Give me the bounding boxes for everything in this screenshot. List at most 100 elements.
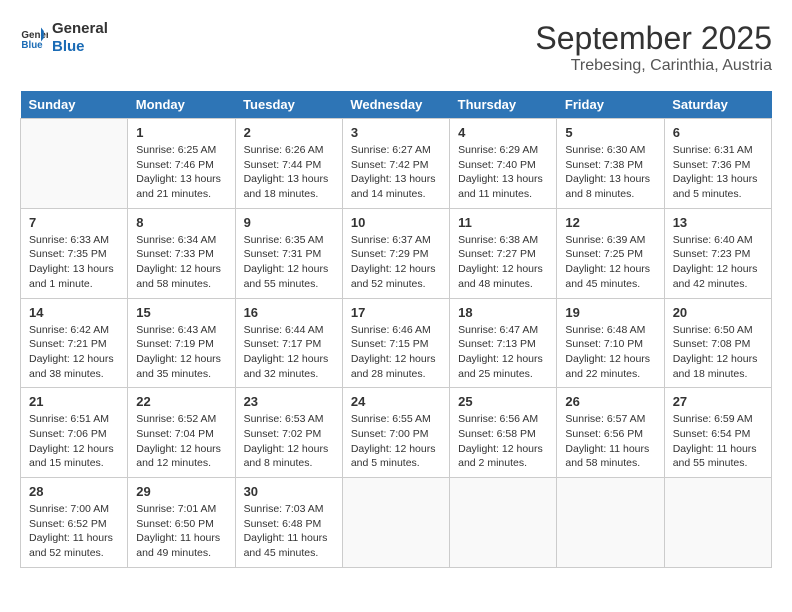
day-info: Sunrise: 6:42 AMSunset: 7:21 PMDaylight:… bbox=[29, 323, 119, 382]
calendar-week-row: 21Sunrise: 6:51 AMSunset: 7:06 PMDayligh… bbox=[21, 388, 772, 478]
day-number: 22 bbox=[136, 394, 226, 409]
day-of-week-header: Thursday bbox=[450, 91, 557, 119]
calendar-day-cell: 7 Sunrise: 6:33 AMSunset: 7:35 PMDaylight… bbox=[21, 208, 128, 298]
day-info: Sunrise: 6:30 AMSunset: 7:38 PMDaylight:… bbox=[565, 143, 655, 202]
calendar-day-cell: 27 Sunrise: 6:59 AMSunset: 6:54 PMDayligh… bbox=[664, 388, 771, 478]
calendar-day-cell: 8 Sunrise: 6:34 AMSunset: 7:33 PMDaylight… bbox=[128, 208, 235, 298]
day-number: 11 bbox=[458, 215, 548, 230]
day-info: Sunrise: 6:25 AMSunset: 7:46 PMDaylight:… bbox=[136, 143, 226, 202]
month-title: September 2025 bbox=[535, 20, 772, 57]
day-info: Sunrise: 6:26 AMSunset: 7:44 PMDaylight:… bbox=[244, 143, 334, 202]
day-of-week-header: Sunday bbox=[21, 91, 128, 119]
calendar-day-cell: 3 Sunrise: 6:27 AMSunset: 7:42 PMDaylight… bbox=[342, 119, 449, 209]
day-info: Sunrise: 6:46 AMSunset: 7:15 PMDaylight:… bbox=[351, 323, 441, 382]
day-number: 19 bbox=[565, 305, 655, 320]
day-info: Sunrise: 6:34 AMSunset: 7:33 PMDaylight:… bbox=[136, 233, 226, 292]
calendar-day-cell bbox=[342, 478, 449, 568]
day-number: 7 bbox=[29, 215, 119, 230]
day-number: 15 bbox=[136, 305, 226, 320]
calendar-day-cell: 28 Sunrise: 7:00 AMSunset: 6:52 PMDayligh… bbox=[21, 478, 128, 568]
calendar-day-cell: 5Sunrise: 6:30 AMSunset: 7:38 PMDaylight… bbox=[557, 119, 664, 209]
calendar-header-row: SundayMondayTuesdayWednesdayThursdayFrid… bbox=[21, 91, 772, 119]
day-of-week-header: Saturday bbox=[664, 91, 771, 119]
calendar-day-cell: 24Sunrise: 6:55 AMSunset: 7:00 PMDayligh… bbox=[342, 388, 449, 478]
calendar-day-cell: 26Sunrise: 6:57 AMSunset: 6:56 PMDayligh… bbox=[557, 388, 664, 478]
day-of-week-header: Monday bbox=[128, 91, 235, 119]
day-of-week-header: Tuesday bbox=[235, 91, 342, 119]
day-info: Sunrise: 6:37 AMSunset: 7:29 PMDaylight:… bbox=[351, 233, 441, 292]
calendar-day-cell: 30Sunrise: 7:03 AMSunset: 6:48 PMDayligh… bbox=[235, 478, 342, 568]
day-number: 4 bbox=[458, 125, 548, 140]
calendar-week-row: 7 Sunrise: 6:33 AMSunset: 7:35 PMDaylight… bbox=[21, 208, 772, 298]
day-info: Sunrise: 6:29 AMSunset: 7:40 PMDaylight:… bbox=[458, 143, 548, 202]
day-number: 9 bbox=[244, 215, 334, 230]
calendar-day-cell: 23Sunrise: 6:53 AMSunset: 7:02 PMDayligh… bbox=[235, 388, 342, 478]
title-block: September 2025 Trebesing, Carinthia, Aus… bbox=[535, 20, 772, 75]
day-info: Sunrise: 6:33 AMSunset: 7:35 PMDaylight:… bbox=[29, 233, 119, 292]
calendar-day-cell: 15 Sunrise: 6:43 AMSunset: 7:19 PMDayligh… bbox=[128, 298, 235, 388]
day-info: Sunrise: 6:56 AMSunset: 6:58 PMDaylight:… bbox=[458, 412, 548, 471]
day-info: Sunrise: 6:38 AMSunset: 7:27 PMDaylight:… bbox=[458, 233, 548, 292]
day-number: 17 bbox=[351, 305, 441, 320]
day-info: Sunrise: 6:35 AMSunset: 7:31 PMDaylight:… bbox=[244, 233, 334, 292]
day-number: 24 bbox=[351, 394, 441, 409]
logo-icon: General Blue bbox=[20, 24, 48, 52]
day-number: 12 bbox=[565, 215, 655, 230]
calendar-day-cell: 19 Sunrise: 6:48 AMSunset: 7:10 PMDayligh… bbox=[557, 298, 664, 388]
day-number: 14 bbox=[29, 305, 119, 320]
calendar-week-row: 1 Sunrise: 6:25 AMSunset: 7:46 PMDaylight… bbox=[21, 119, 772, 209]
day-info: Sunrise: 7:00 AMSunset: 6:52 PMDaylight:… bbox=[29, 502, 119, 561]
day-number: 20 bbox=[673, 305, 763, 320]
svg-text:Blue: Blue bbox=[21, 40, 43, 51]
day-info: Sunrise: 6:27 AMSunset: 7:42 PMDaylight:… bbox=[351, 143, 441, 202]
calendar-day-cell: 6 Sunrise: 6:31 AMSunset: 7:36 PMDaylight… bbox=[664, 119, 771, 209]
day-info: Sunrise: 6:31 AMSunset: 7:36 PMDaylight:… bbox=[673, 143, 763, 202]
day-number: 23 bbox=[244, 394, 334, 409]
day-number: 8 bbox=[136, 215, 226, 230]
calendar-day-cell: 29 Sunrise: 7:01 AMSunset: 6:50 PMDayligh… bbox=[128, 478, 235, 568]
day-info: Sunrise: 6:48 AMSunset: 7:10 PMDaylight:… bbox=[565, 323, 655, 382]
day-number: 30 bbox=[244, 484, 334, 499]
calendar-day-cell: 22Sunrise: 6:52 AMSunset: 7:04 PMDayligh… bbox=[128, 388, 235, 478]
day-number: 3 bbox=[351, 125, 441, 140]
day-number: 18 bbox=[458, 305, 548, 320]
calendar-day-cell: 20 Sunrise: 6:50 AMSunset: 7:08 PMDayligh… bbox=[664, 298, 771, 388]
calendar-day-cell: 2 Sunrise: 6:26 AMSunset: 7:44 PMDaylight… bbox=[235, 119, 342, 209]
day-number: 26 bbox=[565, 394, 655, 409]
day-number: 13 bbox=[673, 215, 763, 230]
day-number: 21 bbox=[29, 394, 119, 409]
day-number: 25 bbox=[458, 394, 548, 409]
calendar-day-cell: 16Sunrise: 6:44 AMSunset: 7:17 PMDayligh… bbox=[235, 298, 342, 388]
day-number: 6 bbox=[673, 125, 763, 140]
calendar-week-row: 14 Sunrise: 6:42 AMSunset: 7:21 PMDayligh… bbox=[21, 298, 772, 388]
day-of-week-header: Wednesday bbox=[342, 91, 449, 119]
day-number: 2 bbox=[244, 125, 334, 140]
calendar-day-cell: 21Sunrise: 6:51 AMSunset: 7:06 PMDayligh… bbox=[21, 388, 128, 478]
calendar-day-cell bbox=[664, 478, 771, 568]
day-number: 10 bbox=[351, 215, 441, 230]
calendar-day-cell bbox=[557, 478, 664, 568]
calendar-day-cell: 9 Sunrise: 6:35 AMSunset: 7:31 PMDaylight… bbox=[235, 208, 342, 298]
calendar-day-cell: 18 Sunrise: 6:47 AMSunset: 7:13 PMDayligh… bbox=[450, 298, 557, 388]
calendar-day-cell: 12 Sunrise: 6:39 AMSunset: 7:25 PMDayligh… bbox=[557, 208, 664, 298]
calendar-day-cell: 13 Sunrise: 6:40 AMSunset: 7:23 PMDayligh… bbox=[664, 208, 771, 298]
day-info: Sunrise: 6:47 AMSunset: 7:13 PMDaylight:… bbox=[458, 323, 548, 382]
day-info: Sunrise: 6:50 AMSunset: 7:08 PMDaylight:… bbox=[673, 323, 763, 382]
day-info: Sunrise: 7:01 AMSunset: 6:50 PMDaylight:… bbox=[136, 502, 226, 561]
logo: General Blue General Blue bbox=[20, 20, 108, 56]
calendar-day-cell: 11 Sunrise: 6:38 AMSunset: 7:27 PMDayligh… bbox=[450, 208, 557, 298]
page-header: General Blue General Blue September 2025… bbox=[20, 20, 772, 75]
day-number: 27 bbox=[673, 394, 763, 409]
day-info: Sunrise: 6:59 AMSunset: 6:54 PMDaylight:… bbox=[673, 412, 763, 471]
day-info: Sunrise: 6:40 AMSunset: 7:23 PMDaylight:… bbox=[673, 233, 763, 292]
day-of-week-header: Friday bbox=[557, 91, 664, 119]
calendar-day-cell bbox=[450, 478, 557, 568]
day-number: 1 bbox=[136, 125, 226, 140]
day-number: 28 bbox=[29, 484, 119, 499]
logo-blue: Blue bbox=[52, 38, 108, 56]
calendar-day-cell: 25 Sunrise: 6:56 AMSunset: 6:58 PMDayligh… bbox=[450, 388, 557, 478]
day-number: 29 bbox=[136, 484, 226, 499]
day-info: Sunrise: 6:39 AMSunset: 7:25 PMDaylight:… bbox=[565, 233, 655, 292]
location-subtitle: Trebesing, Carinthia, Austria bbox=[535, 57, 772, 75]
day-info: Sunrise: 6:43 AMSunset: 7:19 PMDaylight:… bbox=[136, 323, 226, 382]
